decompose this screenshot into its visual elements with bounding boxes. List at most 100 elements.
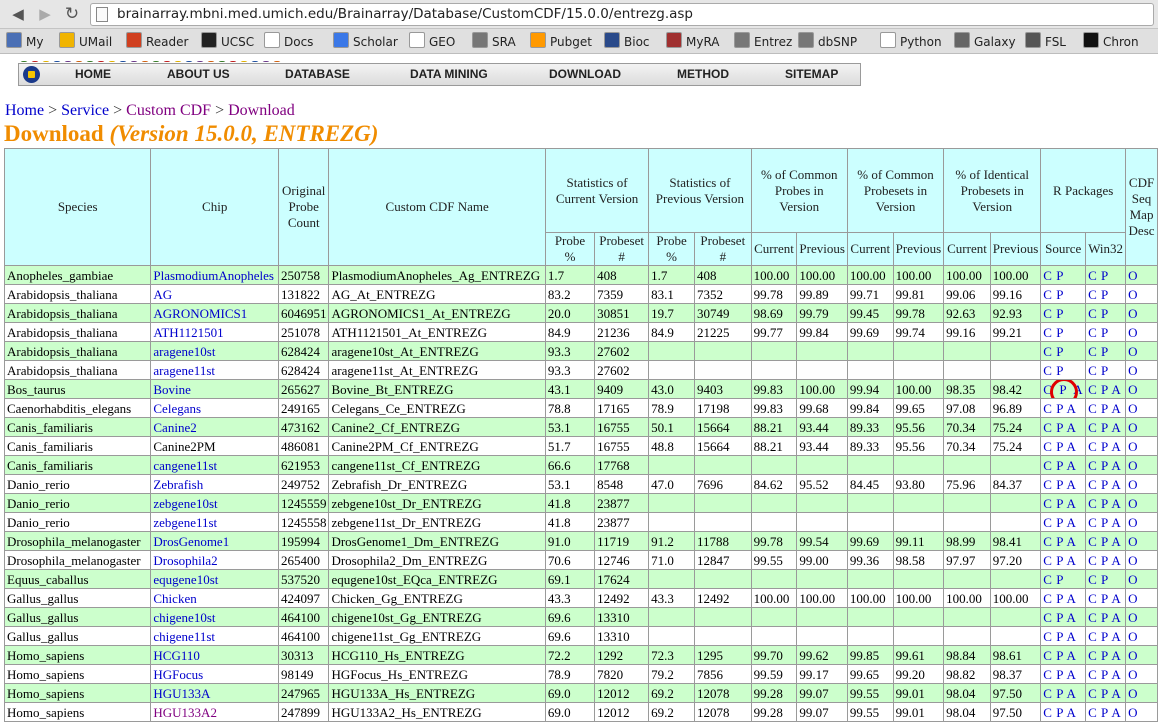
- cell-chip-link[interactable]: HCG110: [150, 645, 279, 665]
- back-icon[interactable]: ◀: [8, 4, 28, 24]
- cell-source-packages[interactable]: C P A: [1040, 417, 1087, 437]
- cell-source-packages[interactable]: C P A: [1040, 664, 1087, 684]
- cell-win32-packages[interactable]: C P A: [1085, 398, 1127, 418]
- cell-chip-link[interactable]: Chicken: [150, 588, 279, 608]
- cell-source-packages[interactable]: C P A: [1040, 550, 1087, 570]
- cell-win32-packages[interactable]: C P: [1085, 360, 1127, 380]
- cell-seq-map-desc-link[interactable]: O: [1125, 626, 1158, 646]
- bookmark-pubget[interactable]: Pubget: [530, 32, 592, 50]
- cell-seq-map-desc-link[interactable]: O: [1125, 398, 1158, 418]
- bookmark-bioc[interactable]: Bioc: [604, 32, 650, 50]
- cell-win32-packages[interactable]: C P: [1085, 265, 1127, 285]
- forward-icon[interactable]: ▶: [35, 4, 55, 24]
- bookmark-scholar[interactable]: Scholar: [333, 32, 398, 50]
- bookmark-my[interactable]: My: [6, 32, 43, 50]
- bookmark-geo[interactable]: GEO: [409, 32, 455, 50]
- nav-database[interactable]: DATABASE: [285, 67, 350, 81]
- cell-win32-packages[interactable]: C P A: [1085, 512, 1127, 532]
- bookmark-reader[interactable]: Reader: [126, 32, 188, 50]
- cell-chip-link[interactable]: aragene11st: [150, 360, 279, 380]
- cell-chip-link[interactable]: chigene11st: [150, 626, 279, 646]
- cell-source-packages[interactable]: C P A: [1040, 379, 1087, 399]
- cell-win32-packages[interactable]: C P A: [1085, 493, 1127, 513]
- cell-win32-packages[interactable]: C P A: [1085, 702, 1127, 722]
- cell-chip-link[interactable]: zebgene10st: [150, 493, 279, 513]
- cell-source-packages[interactable]: C P: [1040, 569, 1087, 589]
- cell-source-packages[interactable]: C P A: [1040, 474, 1087, 494]
- cell-seq-map-desc-link[interactable]: O: [1125, 265, 1158, 285]
- cell-seq-map-desc-link[interactable]: O: [1125, 588, 1158, 608]
- cell-win32-packages[interactable]: C P A: [1085, 417, 1127, 437]
- bookmark-chron[interactable]: Chron: [1083, 32, 1139, 50]
- cell-chip-link[interactable]: HGU133A2: [150, 702, 279, 722]
- cell-chip-link[interactable]: DrosGenome1: [150, 531, 279, 551]
- cell-win32-packages[interactable]: C P: [1085, 322, 1127, 342]
- cell-source-packages[interactable]: C P A: [1040, 436, 1087, 456]
- cell-seq-map-desc-link[interactable]: O: [1125, 303, 1158, 323]
- highlighted-package-link[interactable]: P: [1050, 380, 1079, 398]
- cell-source-packages[interactable]: C P: [1040, 265, 1087, 285]
- bookmark-docs[interactable]: Docs: [264, 32, 313, 50]
- cell-win32-packages[interactable]: C P A: [1085, 379, 1127, 399]
- nav-data-mining[interactable]: DATA MINING: [410, 67, 488, 81]
- cell-chip-link[interactable]: aragene10st: [150, 341, 279, 361]
- cell-source-packages[interactable]: C P A: [1040, 588, 1087, 608]
- cell-source-packages[interactable]: C P A: [1040, 398, 1087, 418]
- cell-chip-link[interactable]: Zebrafish: [150, 474, 279, 494]
- nav-home[interactable]: HOME: [75, 67, 111, 81]
- cell-seq-map-desc-link[interactable]: O: [1125, 550, 1158, 570]
- bookmark-python[interactable]: Python: [880, 32, 942, 50]
- cell-chip-link[interactable]: PlasmodiumAnopheles: [150, 265, 279, 285]
- cell-win32-packages[interactable]: C P: [1085, 284, 1127, 304]
- cell-seq-map-desc-link[interactable]: O: [1125, 455, 1158, 475]
- cell-seq-map-desc-link[interactable]: O: [1125, 284, 1158, 304]
- cell-win32-packages[interactable]: C P A: [1085, 436, 1127, 456]
- bookmark-dbsnp[interactable]: dbSNP: [798, 32, 857, 50]
- address-bar[interactable]: brainarray.mbni.med.umich.edu/Brainarray…: [90, 3, 1154, 26]
- cell-seq-map-desc-link[interactable]: O: [1125, 417, 1158, 437]
- cell-source-packages[interactable]: C P: [1040, 303, 1087, 323]
- bookmark-entrez[interactable]: Entrez: [734, 32, 792, 50]
- cell-chip-link[interactable]: equgene10st: [150, 569, 279, 589]
- cell-seq-map-desc-link[interactable]: O: [1125, 531, 1158, 551]
- cell-win32-packages[interactable]: C P A: [1085, 683, 1127, 703]
- cell-seq-map-desc-link[interactable]: O: [1125, 474, 1158, 494]
- breadcrumb-home[interactable]: Home: [5, 102, 44, 119]
- cell-chip-link[interactable]: HGU133A: [150, 683, 279, 703]
- cell-win32-packages[interactable]: C P A: [1085, 550, 1127, 570]
- bookmark-myra[interactable]: MyRA: [666, 32, 720, 50]
- cell-chip-link[interactable]: HGFocus: [150, 664, 279, 684]
- cell-source-packages[interactable]: C P A: [1040, 626, 1087, 646]
- cell-source-packages[interactable]: C P A: [1040, 455, 1087, 475]
- cell-win32-packages[interactable]: C P: [1085, 303, 1127, 323]
- breadcrumb-custom-cdf[interactable]: Custom CDF: [126, 102, 211, 119]
- address-text[interactable]: brainarray.mbni.med.umich.edu/Brainarray…: [117, 6, 693, 22]
- cell-source-packages[interactable]: C P: [1040, 322, 1087, 342]
- cell-source-packages[interactable]: C P: [1040, 284, 1087, 304]
- cell-chip-link[interactable]: AGRONOMICS1: [150, 303, 279, 323]
- cell-seq-map-desc-link[interactable]: O: [1125, 702, 1158, 722]
- cell-seq-map-desc-link[interactable]: O: [1125, 607, 1158, 627]
- cell-win32-packages[interactable]: C P: [1085, 341, 1127, 361]
- cell-source-packages[interactable]: C P A: [1040, 531, 1087, 551]
- cell-win32-packages[interactable]: C P A: [1085, 588, 1127, 608]
- cell-source-packages[interactable]: C P A: [1040, 702, 1087, 722]
- cell-win32-packages[interactable]: C P A: [1085, 626, 1127, 646]
- bookmark-umail[interactable]: UMail: [59, 32, 112, 50]
- nav-download[interactable]: DOWNLOAD: [549, 67, 621, 81]
- cell-seq-map-desc-link[interactable]: O: [1125, 360, 1158, 380]
- bookmark-fsl[interactable]: FSL: [1025, 32, 1066, 50]
- breadcrumb-service[interactable]: Service: [61, 102, 109, 119]
- cell-win32-packages[interactable]: C P A: [1085, 474, 1127, 494]
- cell-chip-link[interactable]: ATH1121501: [150, 322, 279, 342]
- cell-chip-link[interactable]: Bovine: [150, 379, 279, 399]
- cell-seq-map-desc-link[interactable]: O: [1125, 379, 1158, 399]
- cell-chip-link[interactable]: Celegans: [150, 398, 279, 418]
- cell-chip-link[interactable]: Drosophila2: [150, 550, 279, 570]
- cell-source-packages[interactable]: C P A: [1040, 512, 1087, 532]
- cell-seq-map-desc-link[interactable]: O: [1125, 645, 1158, 665]
- cell-source-packages[interactable]: C P A: [1040, 683, 1087, 703]
- cell-seq-map-desc-link[interactable]: O: [1125, 322, 1158, 342]
- cell-win32-packages[interactable]: C P A: [1085, 664, 1127, 684]
- cell-win32-packages[interactable]: C P A: [1085, 645, 1127, 665]
